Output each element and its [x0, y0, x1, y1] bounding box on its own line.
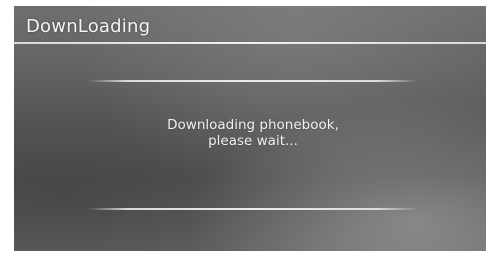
- download-message-line-2: please wait...: [208, 133, 298, 149]
- title-divider: [14, 42, 486, 44]
- screen-title: DownLoading: [26, 16, 151, 37]
- message-bottom-divider: [88, 208, 418, 210]
- download-screen: DownLoading Downloading phonebook, pleas…: [14, 6, 486, 251]
- download-message: Downloading phonebook, please wait...: [88, 117, 418, 149]
- download-message-line-1: Downloading phonebook,: [167, 117, 339, 133]
- message-top-divider: [88, 80, 418, 82]
